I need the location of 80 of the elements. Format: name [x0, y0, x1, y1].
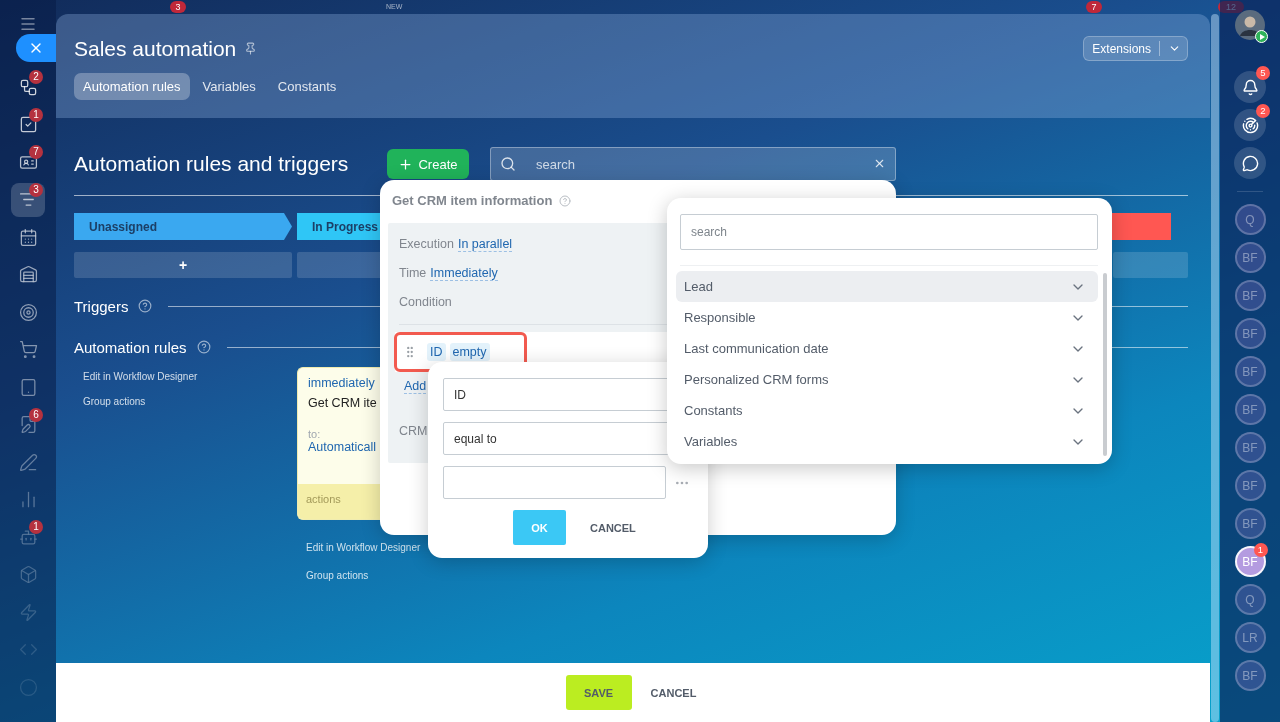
to-label: to: — [308, 428, 322, 440]
sidebar-item[interactable]: 3 — [11, 182, 45, 217]
contact-avatar[interactable]: BF 1 — [1234, 546, 1266, 577]
rule-card[interactable]: immediately Get CRM ite to: Automaticall actions — [297, 367, 380, 520]
circle-icon — [18, 677, 38, 697]
rule-title: Get CRM ite — [308, 396, 378, 410]
condition-field[interactable]: ID — [427, 343, 446, 361]
page-title: Sales automation — [74, 36, 237, 61]
count-badge: 7 — [1086, 1, 1102, 13]
play-icon — [1255, 30, 1268, 43]
count-badge: 6 — [29, 407, 43, 422]
target-icon — [18, 302, 38, 322]
sidebar-item[interactable]: 7 — [11, 145, 45, 179]
calendar-icon — [18, 227, 38, 247]
target-link[interactable]: Automaticall — [308, 440, 380, 454]
activity-button[interactable] — [1234, 109, 1266, 141]
menu-icon[interactable] — [19, 15, 37, 33]
pen-icon — [18, 452, 38, 472]
execution-link[interactable]: In parallel — [457, 237, 513, 252]
box-icon — [18, 565, 38, 584]
card-footer: actions — [298, 484, 380, 519]
stage-link[interactable]: Group actions — [83, 396, 292, 407]
time-link[interactable]: Immediately — [430, 266, 498, 281]
chat-button[interactable] — [1234, 147, 1266, 179]
warehouse-icon — [18, 265, 38, 284]
count-badge: 7 — [29, 145, 43, 159]
chat-icon — [1241, 154, 1259, 172]
save-button[interactable]: SAVE — [565, 675, 632, 710]
count-badge: 3 — [170, 1, 186, 13]
bolt-icon — [18, 602, 38, 622]
scrollbar[interactable] — [1211, 14, 1219, 722]
radar-icon — [1241, 116, 1259, 134]
tab[interactable]: Variables — [193, 73, 265, 100]
condition-operator[interactable]: empty — [449, 343, 490, 361]
field-label: Condition — [399, 295, 452, 309]
rules-title: Automation rules — [74, 338, 187, 356]
add-link[interactable]: Add — [404, 379, 427, 394]
clear-icon[interactable] — [873, 157, 886, 170]
close-button[interactable] — [16, 34, 56, 62]
count-badge: 1 — [29, 107, 43, 122]
count-badge: 2 — [1256, 104, 1270, 118]
field-label: Execution — [399, 237, 454, 251]
count-badge: 1 — [29, 520, 43, 534]
sidebar-item[interactable]: 2 — [11, 70, 45, 104]
stage-link[interactable]: Edit in Workflow Designer — [306, 542, 421, 553]
extensions-button[interactable]: Extensions — [1083, 36, 1188, 61]
search-field[interactable]: search — [680, 214, 1098, 250]
create-button[interactable]: Create — [387, 149, 469, 179]
count-badge: 5 — [1256, 66, 1270, 80]
stage-bar[interactable]: Unassigned — [74, 213, 292, 240]
bell-icon — [1241, 78, 1259, 96]
triggers-title: Triggers — [74, 297, 129, 315]
timing-link[interactable]: immediately — [308, 376, 380, 390]
pin-icon[interactable] — [244, 42, 258, 55]
contact-avatar[interactable]: Q — [1234, 204, 1266, 235]
count-badge: 3 — [29, 182, 43, 197]
count-badge: 1 — [1253, 543, 1268, 557]
stage-link[interactable]: Group actions — [306, 570, 421, 581]
stage-link[interactable]: Edit in Workflow Designer — [83, 371, 292, 382]
value-input[interactable] — [443, 466, 666, 499]
tab[interactable]: Automation rules — [74, 73, 190, 100]
add-button[interactable]: + — [74, 252, 292, 278]
count-badge: 2 — [29, 70, 43, 84]
cancel-button[interactable]: CANCEL — [586, 521, 640, 534]
notifications-button[interactable] — [1234, 71, 1266, 103]
sidebar-item[interactable]: 1 — [11, 107, 45, 142]
section-heading: Automation rules and triggers — [74, 152, 350, 176]
cancel-button[interactable]: CANCEL — [646, 686, 701, 699]
field-label: Time — [399, 266, 427, 280]
avatar[interactable] — [1235, 10, 1265, 40]
plus-icon — [398, 156, 414, 172]
sidebar-item[interactable]: 1 — [11, 520, 45, 554]
search-icon — [500, 156, 516, 172]
cart-icon — [18, 340, 38, 359]
picker-item[interactable]: Lead — [676, 271, 1098, 302]
sidebar-item[interactable]: 6 — [11, 407, 45, 442]
scrollbar[interactable] — [1103, 273, 1107, 456]
dialog-title: Get CRM item information — [392, 193, 553, 208]
tab[interactable]: Constants — [268, 73, 346, 100]
field-label: CRM — [399, 424, 429, 438]
